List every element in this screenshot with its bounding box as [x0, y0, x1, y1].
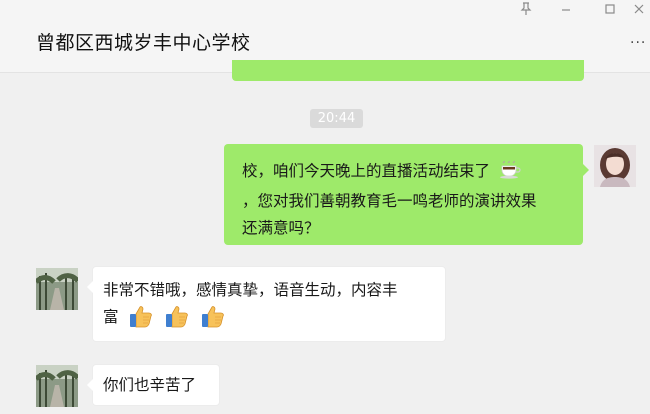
message-line: 校，咱们今天晚上的直播活动结束了 — [242, 158, 569, 188]
more-options-button[interactable]: ··· — [630, 36, 646, 50]
incoming-message[interactable]: 你们也辛苦了 — [87, 364, 220, 406]
message-line: 还满意吗？ — [242, 219, 320, 237]
contact-avatar[interactable] — [36, 268, 78, 310]
outgoing-message[interactable]: 校，咱们今天晚上的直播活动结束了 ，您对我们善朝教育毛一鸣老师的演讲效果 还满意… — [224, 144, 589, 245]
thumbs-up-icon — [128, 304, 154, 337]
message-line: ，您对我们善朝教育毛一鸣老师的演讲效果 — [242, 192, 537, 210]
previous-message-bubble — [232, 60, 584, 81]
incoming-message[interactable]: 非常不错哦，感情真挚，语音生动，内容丰 富 — [87, 266, 446, 342]
coffee-icon — [499, 159, 521, 188]
minimize-icon[interactable] — [554, 2, 578, 20]
thumbs-up-icon — [200, 304, 226, 337]
thumbs-up-icon — [164, 304, 190, 337]
message-line: 富 — [103, 304, 435, 337]
self-avatar[interactable] — [594, 145, 636, 187]
message-line: 你们也辛苦了 — [103, 376, 197, 394]
close-icon[interactable] — [630, 2, 648, 20]
message-line: 非常不错哦，感情真挚，语音生动，内容丰 — [103, 281, 398, 299]
maximize-icon[interactable] — [598, 2, 622, 20]
contact-avatar[interactable] — [36, 365, 78, 407]
chat-title: 曾都区西城岁丰中心学校 — [36, 32, 251, 54]
timestamp: 20:44 — [310, 109, 363, 128]
pin-icon[interactable] — [514, 2, 538, 20]
